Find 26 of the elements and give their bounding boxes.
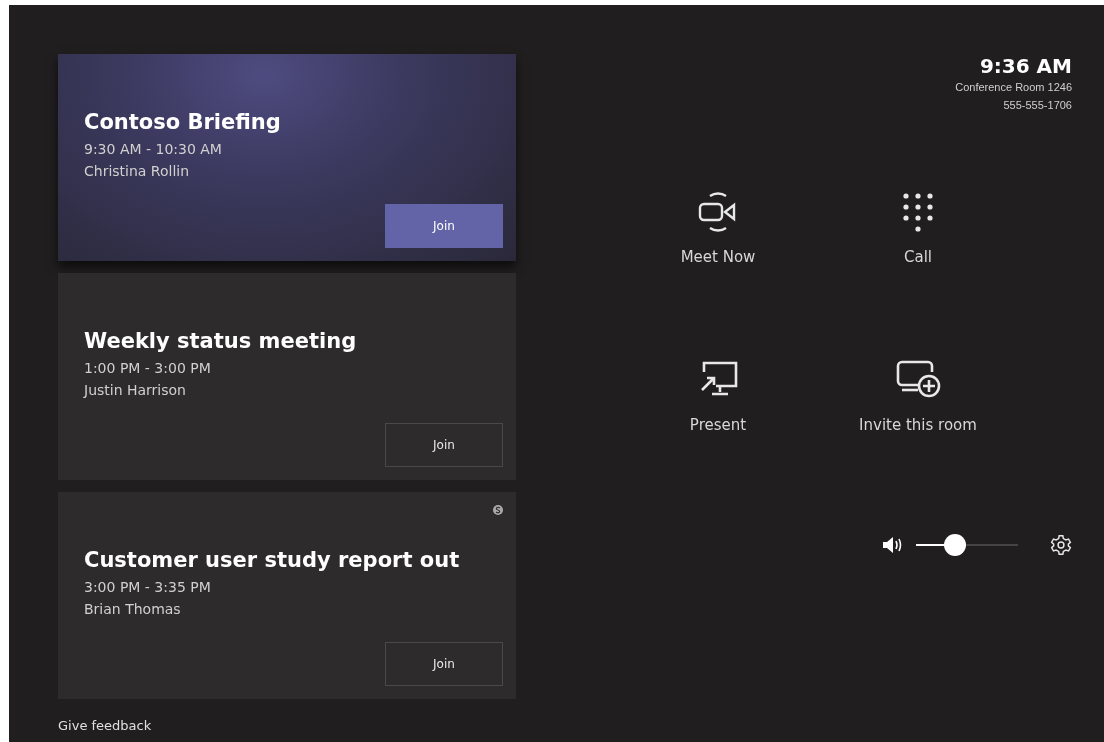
action-button[interactable]: Call (818, 190, 1018, 266)
join-button[interactable]: Join (385, 423, 503, 467)
clock-time: 9:36 AM (978, 54, 1072, 78)
settings-icon[interactable] (1050, 534, 1072, 556)
action-button[interactable]: Present (618, 358, 818, 434)
meeting-time: 1:00 PM - 3:00 PM (84, 359, 212, 378)
room-name: Conference Room 1246 (955, 80, 1072, 95)
join-button[interactable]: Join (385, 642, 503, 686)
action-button[interactable]: Invite this room (818, 358, 1018, 434)
meeting-title: Customer user study report out (84, 548, 461, 572)
dialpad-icon (900, 190, 936, 234)
meeting-organizer: Brian Thomas (84, 600, 182, 619)
meeting-organizer: Christina Rollin (84, 162, 191, 181)
meeting-title: Contoso Briefing (84, 110, 282, 134)
meeting-time: 3:00 PM - 3:35 PM (84, 578, 212, 597)
meeting-card[interactable]: Customer user study report out 3:00 PM - 3:35 PM Brian Thomas Join (58, 492, 516, 699)
meeting-organizer: Justin Harrison (84, 381, 187, 400)
speaker-icon[interactable] (882, 536, 904, 554)
meeting-card[interactable]: Contoso Briefing 9:30 AM - 10:30 AM Christina Rollin Join (58, 54, 516, 261)
feedback-link[interactable]: Give feedback (58, 718, 516, 733)
meeting-card[interactable]: Weekly status meeting 1:00 PM - 3:00 PM Justin Harrison Join (58, 273, 516, 480)
meeting-time: 9:30 AM - 10:30 AM (84, 140, 223, 159)
join-button[interactable]: Join (385, 204, 503, 248)
meeting-title: Weekly status meeting (84, 329, 358, 353)
action-button[interactable]: Meet Now (618, 190, 818, 266)
room-phone: 555-555-1706 (1002, 98, 1072, 113)
